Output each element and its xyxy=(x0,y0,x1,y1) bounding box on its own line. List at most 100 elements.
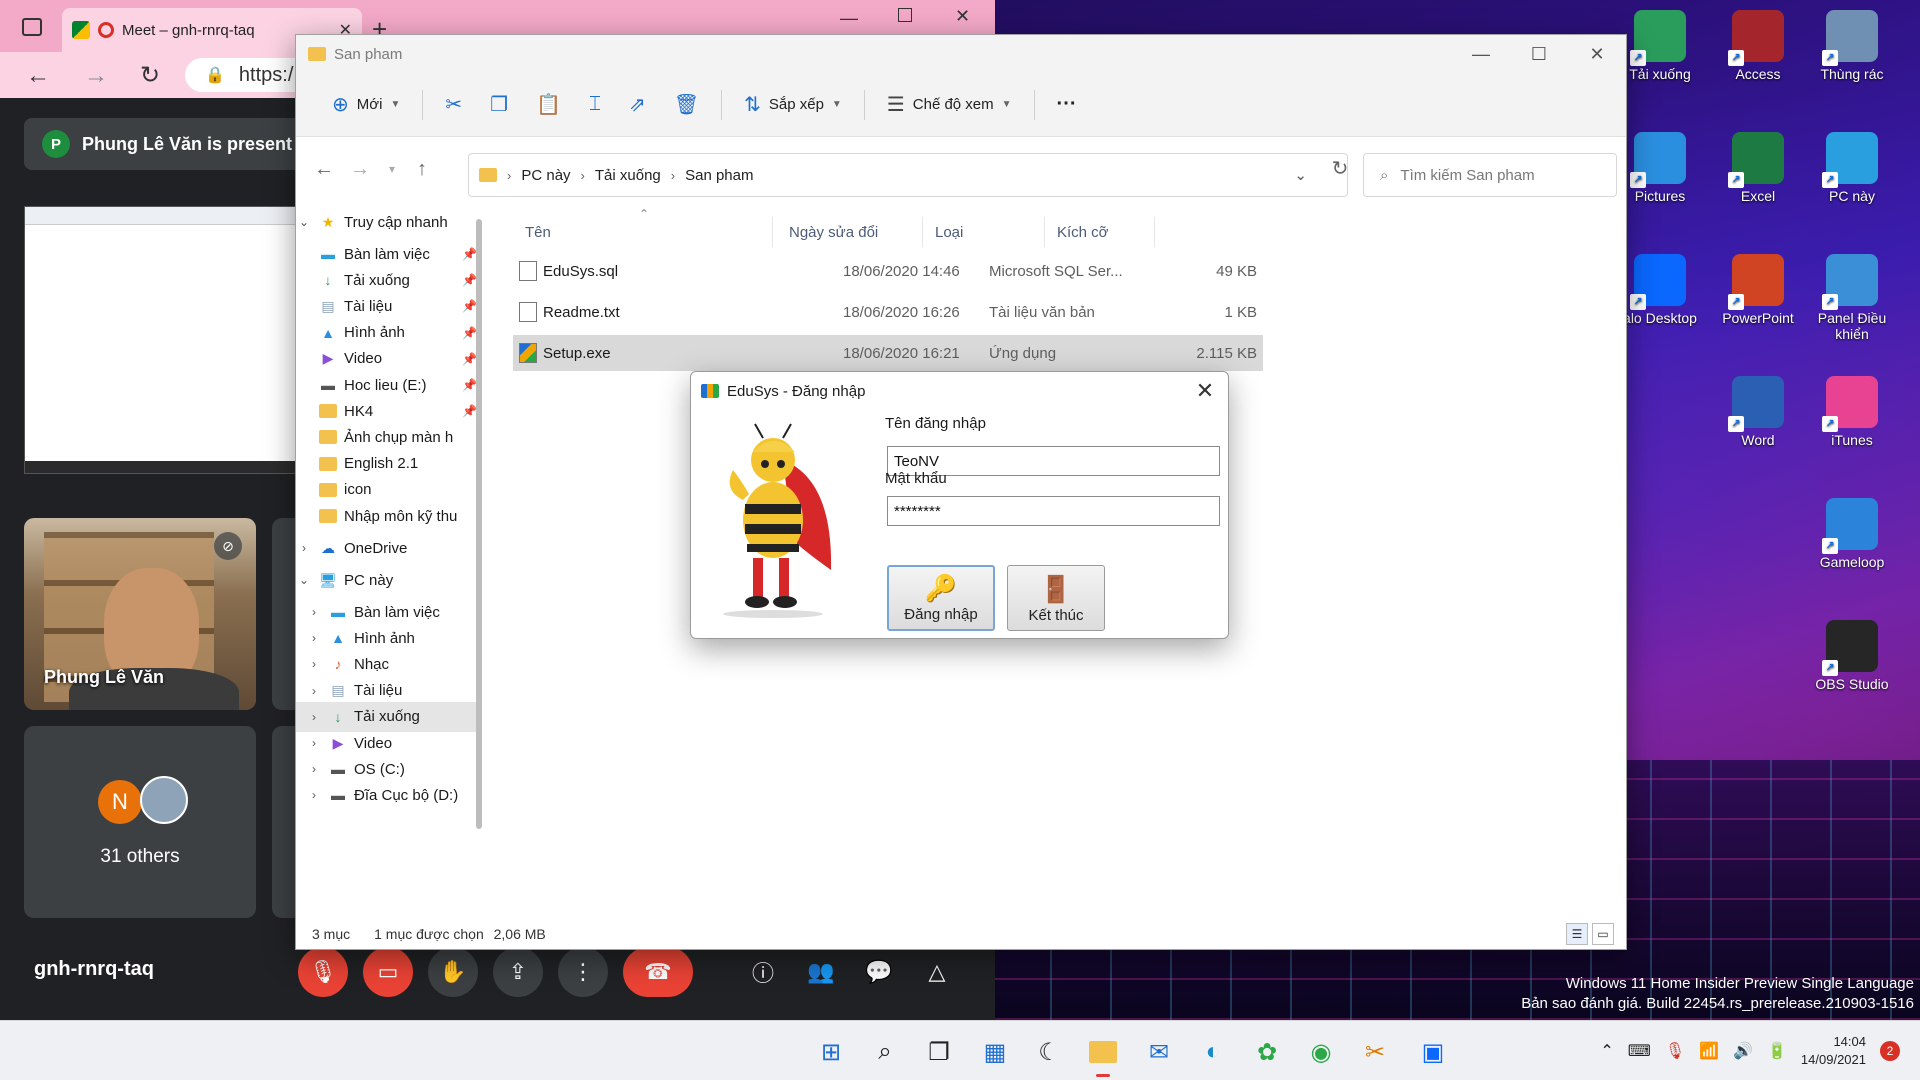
breadcrumb-item[interactable]: Tải xuống xyxy=(595,167,661,184)
search-field[interactable]: ⌕ Tìm kiếm San pham xyxy=(1363,153,1617,197)
more-options-button[interactable]: ⋮ xyxy=(558,947,608,997)
app-icon[interactable]: ✿ xyxy=(1248,1033,1286,1071)
hang-up-button[interactable]: ☎ xyxy=(623,947,693,997)
clock[interactable]: 14:04 14/09/2021 xyxy=(1801,1033,1866,1069)
cut-button[interactable]: ✂ xyxy=(431,85,476,125)
start-icon[interactable]: ⊞ xyxy=(812,1033,850,1071)
close-icon[interactable]: ✕ xyxy=(955,6,970,27)
camera-off-button[interactable]: ▭ xyxy=(363,947,413,997)
night-mode-icon[interactable]: ☾ xyxy=(1030,1033,1068,1071)
mic-off-button[interactable]: 🎙 xyxy=(298,947,348,997)
raise-hand-button[interactable]: ✋ xyxy=(428,947,478,997)
share-button[interactable]: ⇗ xyxy=(615,85,660,125)
breadcrumb-item[interactable]: San pham xyxy=(685,167,753,184)
reload-icon[interactable]: ↻ xyxy=(136,62,164,90)
shared-screen-preview[interactable] xyxy=(24,206,304,474)
rename-button[interactable]: ⌶ xyxy=(575,85,615,125)
desktop-icon[interactable]: ↗ Excel xyxy=(1714,132,1802,204)
desktop-icon[interactable]: ↗ OBS Studio xyxy=(1808,620,1896,692)
edge-icon[interactable]: ◐ xyxy=(1194,1033,1232,1071)
sort-button[interactable]: ⇅ Sắp xếp ▼ xyxy=(730,85,856,125)
nav-pc-item[interactable]: › ▬ Đĩa Cục bộ (D:) xyxy=(296,780,481,810)
file-row[interactable]: EduSys.sql 18/06/2020 14:46 Microsoft SQL … xyxy=(513,253,1263,289)
desktop-icon[interactable]: ↗ Word xyxy=(1714,376,1802,448)
copy-button[interactable]: ❐ xyxy=(476,85,522,125)
wifi-icon[interactable]: 📶 xyxy=(1699,1041,1719,1061)
present-button[interactable]: ⇪ xyxy=(493,947,543,997)
nav-this-pc[interactable]: ⌄ 🖥 PC này xyxy=(296,565,481,595)
recent-locations-icon[interactable]: ▾ xyxy=(378,155,406,183)
details-view-button[interactable]: ☰ xyxy=(1566,923,1588,945)
desktop-icon[interactable]: ↗ Pictures xyxy=(1616,132,1704,204)
file-explorer-taskbar-icon[interactable] xyxy=(1084,1033,1122,1077)
chevron-right-icon[interactable]: › xyxy=(306,710,322,724)
chevron-right-icon[interactable]: › xyxy=(306,736,322,750)
delete-button[interactable]: 🗑 xyxy=(660,85,713,125)
zalo-icon[interactable]: ▣ xyxy=(1414,1033,1452,1071)
new-button[interactable]: ⊕ Mới ▼ xyxy=(318,85,414,125)
desktop-icon[interactable]: ↗ Gameloop xyxy=(1808,498,1896,570)
close-icon[interactable]: ✕ xyxy=(1190,376,1220,406)
microphone-icon[interactable]: 🎙 xyxy=(1665,1041,1685,1061)
back-icon[interactable]: ← xyxy=(24,62,52,90)
file-row[interactable]: Setup.exe 18/06/2020 16:21 Ứng dụng 2.115 K… xyxy=(513,335,1263,371)
chrome-icon[interactable]: ◉ xyxy=(1302,1033,1340,1071)
desktop-icon[interactable]: ↗ iTunes xyxy=(1808,376,1896,448)
minimize-icon[interactable]: — xyxy=(1452,35,1510,73)
battery-icon[interactable]: 🔋 xyxy=(1767,1041,1787,1061)
desktop-icon[interactable]: ↗ Thùng rác xyxy=(1808,10,1896,82)
column-header-name[interactable]: Tên xyxy=(517,217,773,247)
up-icon[interactable]: ↑ xyxy=(408,155,436,183)
breadcrumb-item[interactable]: PC này xyxy=(521,167,570,184)
close-icon[interactable]: ✕ xyxy=(1568,35,1626,73)
meeting-info-icon[interactable]: ⓘ xyxy=(738,947,788,997)
maximize-icon[interactable] xyxy=(898,8,912,22)
chevron-up-icon[interactable]: ⌃ xyxy=(1600,1041,1613,1061)
widgets-icon[interactable]: ▦ xyxy=(976,1033,1014,1071)
desktop-icon[interactable]: ↗ PC này xyxy=(1808,132,1896,204)
task-view-icon[interactable]: ❐ xyxy=(920,1033,958,1071)
maximize-icon[interactable]: ☐ xyxy=(1510,35,1568,73)
forward-icon[interactable]: → xyxy=(346,155,374,183)
chevron-right-icon[interactable]: › xyxy=(306,788,322,802)
nav-quick-item[interactable]: Nhập môn kỹ thu xyxy=(296,501,481,531)
column-header-size[interactable]: Kích cỡ xyxy=(1049,217,1155,247)
snipping-tool-icon[interactable]: ✂ xyxy=(1356,1033,1394,1071)
chevron-right-icon[interactable]: › xyxy=(306,684,322,698)
nav-onedrive[interactable]: › ☁ OneDrive xyxy=(296,533,481,563)
chat-icon[interactable]: 💬 xyxy=(854,947,904,997)
chevron-right-icon[interactable]: › xyxy=(306,657,322,671)
chevron-down-icon[interactable]: ⌄ xyxy=(1294,166,1307,184)
forward-icon[interactable]: → xyxy=(82,62,110,90)
chevron-right-icon[interactable]: › xyxy=(306,605,322,619)
column-header-date[interactable]: Ngày sửa đổi xyxy=(781,217,923,247)
desktop-icon[interactable]: ↗ PowerPoint xyxy=(1714,254,1802,326)
desktop-icon[interactable]: ↗ Panel Điều khiển xyxy=(1808,254,1896,342)
breadcrumb[interactable]: › PC này › Tải xuống › San pham ⌄ xyxy=(468,153,1348,197)
search-icon[interactable]: ⌕ xyxy=(866,1033,904,1071)
paste-button[interactable]: 📋 xyxy=(522,85,575,125)
activities-icon[interactable]: △ xyxy=(912,947,962,997)
back-icon[interactable]: ← xyxy=(310,155,338,183)
volume-icon[interactable]: 🔊 xyxy=(1733,1041,1753,1061)
others-tile[interactable]: N 31 others xyxy=(24,726,256,918)
exit-button[interactable]: 🚪 Kết thúc xyxy=(1007,565,1105,631)
column-header-type[interactable]: Loại xyxy=(927,217,1045,247)
mail-icon[interactable]: ✉ xyxy=(1140,1033,1178,1071)
desktop-icon[interactable]: ↗ alo Desktop xyxy=(1616,254,1704,326)
keyboard-icon[interactable]: ⌨ xyxy=(1628,1041,1651,1061)
password-field[interactable] xyxy=(887,496,1220,526)
minimize-icon[interactable]: — xyxy=(840,8,858,29)
file-row[interactable]: Readme.txt 18/06/2020 16:26 Tài liệu văn b… xyxy=(513,294,1263,330)
refresh-icon[interactable]: ↻ xyxy=(1326,155,1354,183)
participant-tile[interactable]: ⊘ Phung Lê Văn xyxy=(24,518,256,710)
chevron-right-icon[interactable]: › xyxy=(306,631,322,645)
tab-actions-icon[interactable] xyxy=(22,18,42,36)
login-button[interactable]: 🔑 Đăng nhập xyxy=(887,565,995,631)
desktop-icon[interactable]: ↗ Access xyxy=(1714,10,1802,82)
chevron-right-icon[interactable]: › xyxy=(306,762,322,776)
more-button[interactable]: ··· xyxy=(1043,85,1091,125)
tiles-view-button[interactable]: ▭ xyxy=(1592,923,1614,945)
people-icon[interactable]: 👥 xyxy=(796,947,846,997)
nav-quick-access[interactable]: ⌄ ★ Truy cập nhanh xyxy=(296,207,481,237)
